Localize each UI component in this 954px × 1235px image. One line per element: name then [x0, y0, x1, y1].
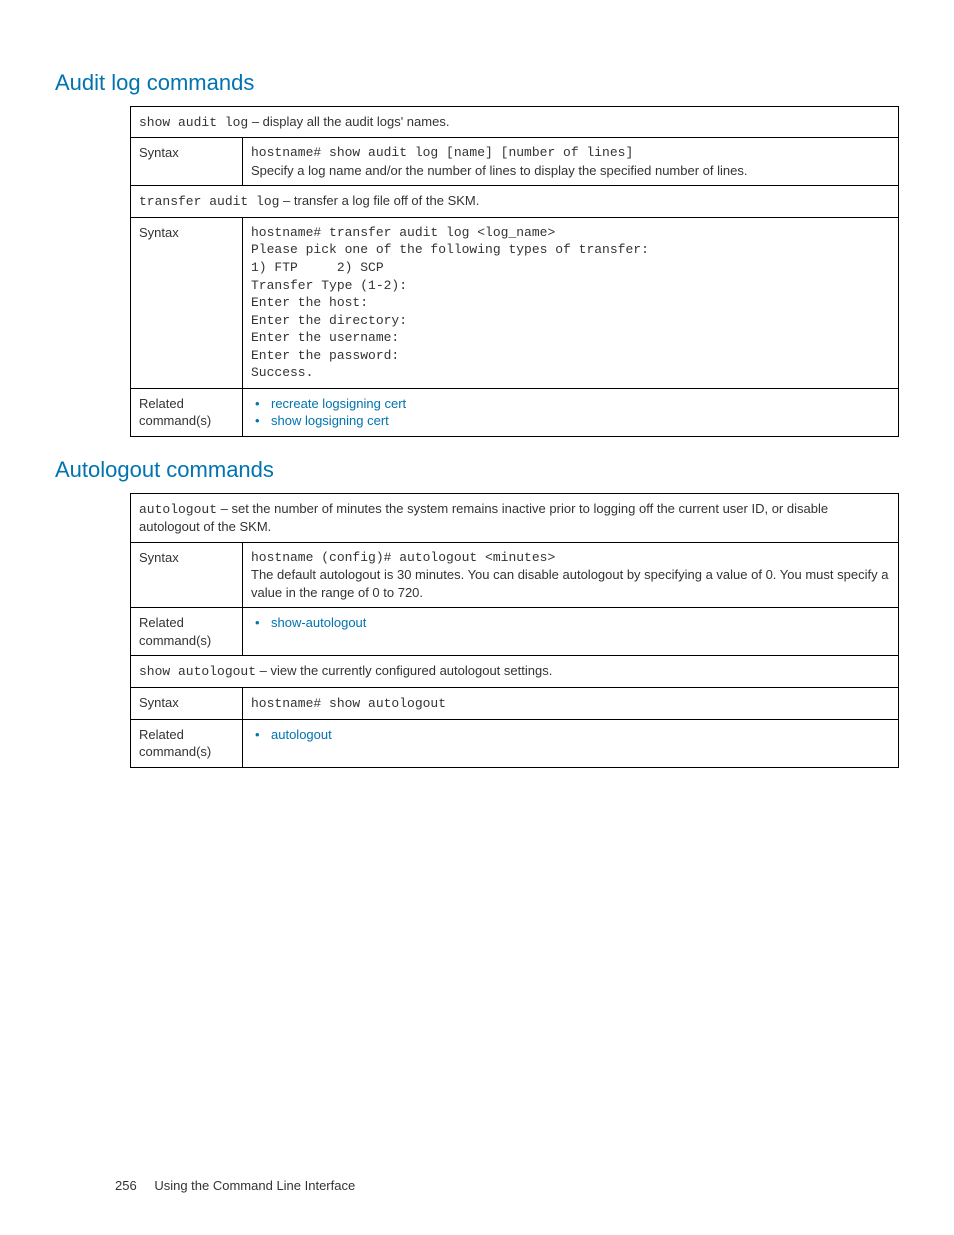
table-row: autologout – set the number of minutes t… [131, 493, 899, 542]
row-label: Syntax [131, 542, 243, 608]
syntax-text: The default autologout is 30 minutes. Yo… [251, 566, 890, 601]
syntax-code: hostname (config)# autologout <minutes> [251, 549, 890, 567]
table-row: Related command(s) show-autologout [131, 608, 899, 656]
table-row: Syntax hostname (config)# autologout <mi… [131, 542, 899, 608]
syntax-code: hostname# show autologout [251, 696, 446, 711]
command-name: transfer audit log [139, 194, 279, 209]
table-row: Syntax hostname# show autologout [131, 687, 899, 719]
related-links: recreate logsigning cert show logsigning… [251, 395, 890, 430]
related-link[interactable]: autologout [271, 727, 332, 742]
row-label: Related command(s) [131, 388, 243, 436]
command-desc: – display all the audit logs' names. [248, 114, 449, 129]
command-name: autologout [139, 502, 217, 517]
row-label: Syntax [131, 217, 243, 388]
command-desc: – transfer a log file off of the SKM. [279, 193, 479, 208]
row-label: Related command(s) [131, 719, 243, 767]
table-row: Related command(s) recreate logsigning c… [131, 388, 899, 436]
table-row: transfer audit log – transfer a log file… [131, 186, 899, 218]
audit-commands-table: show audit log – display all the audit l… [130, 106, 899, 437]
table-row: show audit log – display all the audit l… [131, 106, 899, 138]
command-name: show audit log [139, 115, 248, 130]
row-label: Related command(s) [131, 608, 243, 656]
related-link[interactable]: show logsigning cert [271, 413, 389, 428]
related-link[interactable]: show-autologout [271, 615, 366, 630]
table-row: Syntax hostname# transfer audit log <log… [131, 217, 899, 388]
table-row: show autologout – view the currently con… [131, 656, 899, 688]
footer-title: Using the Command Line Interface [154, 1178, 355, 1193]
command-desc: – view the currently configured autologo… [256, 663, 552, 678]
table-row: Related command(s) autologout [131, 719, 899, 767]
row-label: Syntax [131, 687, 243, 719]
related-links: autologout [251, 726, 890, 744]
section-heading-audit: Audit log commands [55, 68, 899, 98]
page-number: 256 [115, 1178, 137, 1193]
row-label: Syntax [131, 138, 243, 186]
syntax-text: Specify a log name and/or the number of … [251, 162, 890, 180]
syntax-code: hostname# show audit log [name] [number … [251, 144, 890, 162]
command-name: show autologout [139, 664, 256, 679]
autologout-commands-table: autologout – set the number of minutes t… [130, 493, 899, 768]
page-footer: 256 Using the Command Line Interface [115, 1177, 355, 1195]
section-heading-autologout: Autologout commands [55, 455, 899, 485]
related-links: show-autologout [251, 614, 890, 632]
command-desc: – set the number of minutes the system r… [139, 501, 828, 535]
table-row: Syntax hostname# show audit log [name] [… [131, 138, 899, 186]
syntax-code: hostname# transfer audit log <log_name> … [251, 224, 890, 382]
related-link[interactable]: recreate logsigning cert [271, 396, 406, 411]
